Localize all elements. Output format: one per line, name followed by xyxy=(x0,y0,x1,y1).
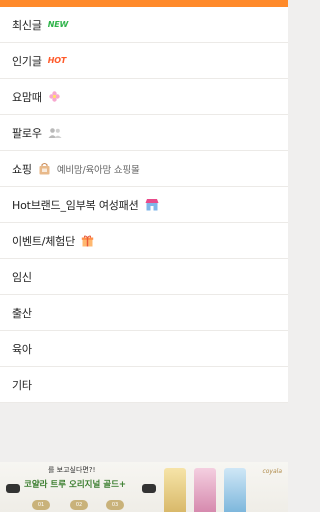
cow-icon xyxy=(6,484,20,493)
shopping-subtitle: 예비맘/육아맘 쇼핑몰 xyxy=(56,164,140,176)
side-menu: 최신글 NEW 인기글 HOT 요맘때 팔로우 쇼핑 예비맘/육아맘 쇼핑몰 H… xyxy=(0,7,288,403)
menu-item-birth[interactable]: 출산 xyxy=(0,295,288,331)
menu-item-label: Hot브랜드_임부복 여성패션 xyxy=(12,198,139,212)
flower-icon xyxy=(48,90,61,103)
ad-question: 를 보고싶다면?! xyxy=(48,466,96,474)
menu-item-popular[interactable]: 인기글 HOT xyxy=(0,43,288,79)
ad-chip: 02 xyxy=(70,500,88,510)
ad-chip: 03 xyxy=(106,500,124,510)
menu-item-events[interactable]: 이벤트/체험단 xyxy=(0,223,288,259)
ad-banner[interactable]: 를 보고싶다면?! 코얄라 트루 오리지널 골드+ 01 02 03 coyal… xyxy=(0,462,288,512)
menu-item-label: 육아 xyxy=(12,342,32,356)
menu-item-parenting[interactable]: 육아 xyxy=(0,331,288,367)
menu-item-label: 요맘때 xyxy=(12,90,42,104)
new-badge: NEW xyxy=(47,20,69,29)
menu-item-pregnancy[interactable]: 임신 xyxy=(0,259,288,295)
product-pack xyxy=(194,468,216,512)
menu-item-yomamttae[interactable]: 요맘때 xyxy=(0,79,288,115)
menu-item-hot-brand[interactable]: Hot브랜드_임부복 여성패션 xyxy=(0,187,288,223)
menu-item-label: 이벤트/체험단 xyxy=(12,234,76,248)
top-accent-bar xyxy=(0,0,288,7)
cow-icon xyxy=(142,484,156,493)
menu-item-label: 최신글 xyxy=(12,18,42,32)
menu-item-label: 기타 xyxy=(12,378,32,392)
menu-item-label: 인기글 xyxy=(12,54,42,68)
product-pack xyxy=(164,468,186,512)
menu-item-label: 쇼핑 xyxy=(12,162,32,176)
menu-item-label: 임신 xyxy=(12,270,32,284)
ad-logo: coyala xyxy=(262,468,282,475)
store-icon xyxy=(145,198,159,211)
ad-title: 코얄라 트루 오리지널 골드+ xyxy=(24,480,127,490)
users-icon xyxy=(48,127,62,139)
menu-item-etc[interactable]: 기타 xyxy=(0,367,288,403)
product-pack xyxy=(224,468,246,512)
hot-badge: HOT xyxy=(47,56,67,65)
menu-item-shopping[interactable]: 쇼핑 예비맘/육아맘 쇼핑몰 xyxy=(0,151,288,187)
ad-chip: 01 xyxy=(32,500,50,510)
menu-item-latest[interactable]: 최신글 NEW xyxy=(0,7,288,43)
shopping-bag-icon xyxy=(38,162,51,175)
menu-item-label: 출산 xyxy=(12,306,32,320)
menu-item-label: 팔로우 xyxy=(12,126,42,140)
gift-icon xyxy=(81,234,94,247)
menu-item-follow[interactable]: 팔로우 xyxy=(0,115,288,151)
empty-area xyxy=(0,410,288,462)
